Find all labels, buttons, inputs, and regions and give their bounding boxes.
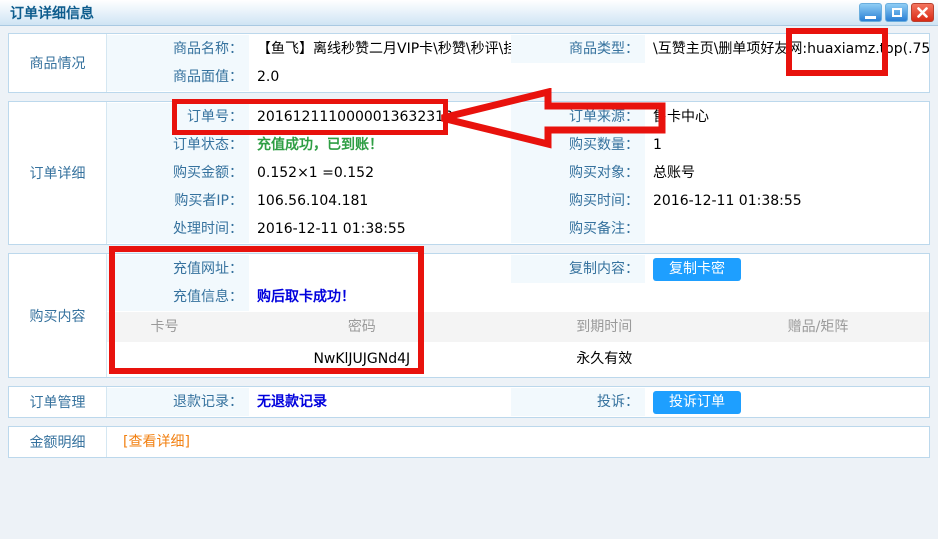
buy-target-label: 购买对象： <box>511 159 645 187</box>
recharge-url-value <box>249 255 511 283</box>
complaint-label: 投诉： <box>511 388 645 416</box>
complaint-row: 投诉： 投诉订单 <box>511 388 929 416</box>
order-number-row: 订单号： 2016121110000013632318 <box>107 103 511 131</box>
order-amount-label: 购买金额： <box>107 159 249 187</box>
card-number-header: 卡号 <box>107 312 222 342</box>
section-order-management: 订单管理 退款记录： 无退款记录 投诉： 投诉订单 <box>8 386 930 418</box>
buy-qty-label: 购买数量： <box>511 131 645 159</box>
card-expiry-header: 到期时间 <box>502 312 708 342</box>
copy-card-button[interactable]: 复制卡密 <box>653 258 741 281</box>
order-source-label: 订单来源： <box>511 103 645 131</box>
card-table-header: 卡号 密码 到期时间 赠品/矩阵 <box>107 312 929 342</box>
order-amount-row: 购买金额： 0.152×1 =0.152 <box>107 159 511 187</box>
product-type-label: 商品类型： <box>511 35 645 63</box>
complaint-order-button[interactable]: 投诉订单 <box>653 391 741 414</box>
section-order-details: 订单详细 订单号： 2016121110000013632318 订单状态： 充… <box>8 101 930 245</box>
product-face-row: 商品面值： 2.0 <box>107 63 511 91</box>
close-icon <box>917 7 928 18</box>
recharge-url-label: 充值网址： <box>107 255 249 283</box>
buy-note-label: 购买备注： <box>511 215 645 243</box>
card-gift-header: 赠品/矩阵 <box>707 312 929 342</box>
section-amount-details: 金额明细 [查看详细] <box>8 426 930 458</box>
copy-content-row: 复制内容： 复制卡密 <box>511 255 929 283</box>
section-header-manage: 订单管理 <box>9 387 107 417</box>
maximize-icon <box>892 8 902 17</box>
process-time-label: 处理时间： <box>107 215 249 243</box>
section-header-order: 订单详细 <box>9 102 107 244</box>
refund-record-row: 退款记录： 无退款记录 <box>107 388 511 416</box>
product-face-value: 2.0 <box>249 63 511 91</box>
buy-target-value: 总账号 <box>645 159 929 187</box>
order-number-label: 订单号： <box>107 103 249 131</box>
buyer-ip-value: 106.56.104.181 <box>249 187 511 215</box>
buy-qty-value: 1 <box>645 131 929 159</box>
order-status-value: 充值成功，已到账！ <box>249 131 511 159</box>
buy-qty-row: 购买数量： 1 <box>511 131 929 159</box>
section-product-info: 商品情况 商品名称： 【鱼飞】离线秒赞二月VIP卡\秒赞\秒评\挂挂 商品面值：… <box>8 33 930 93</box>
card-expiry-cell: 永久有效 <box>502 342 708 376</box>
window-title: 订单详细信息 <box>10 3 94 23</box>
recharge-info-row: 充值信息： 购后取卡成功！ <box>107 283 511 311</box>
product-type-row: 商品类型： \互赞主页\删单项好友网:huaxiamz.top(.7517 <box>511 35 929 63</box>
process-time-row: 处理时间： 2016-12-11 01:38:55 <box>107 215 511 243</box>
buy-time-value: 2016-12-11 01:38:55 <box>645 187 929 215</box>
product-name-label: 商品名称： <box>107 35 249 63</box>
refund-record-label: 退款记录： <box>107 388 249 416</box>
section-header-purchase: 购买内容 <box>9 254 107 377</box>
order-source-value: 售卡中心 <box>645 103 929 131</box>
refund-record-value: 无退款记录 <box>249 388 511 416</box>
copy-content-label: 复制内容： <box>511 255 645 283</box>
buyer-ip-row: 购买者IP： 106.56.104.181 <box>107 187 511 215</box>
card-password-cell: NwKlJUJGNd4J <box>222 342 501 376</box>
order-status-label: 订单状态： <box>107 131 249 159</box>
close-button[interactable] <box>911 3 934 22</box>
section-purchase-content: 购买内容 充值网址： 充值信息： 购后取卡成功！ 复制内容： <box>8 253 930 378</box>
order-amount-value: 0.152×1 =0.152 <box>249 159 511 187</box>
order-number-value: 2016121110000013632318 <box>249 103 511 131</box>
order-status-row: 订单状态： 充值成功，已到账！ <box>107 131 511 159</box>
card-password-header: 密码 <box>222 312 501 342</box>
product-face-label: 商品面值： <box>107 63 249 91</box>
buy-target-row: 购买对象： 总账号 <box>511 159 929 187</box>
recharge-info-value: 购后取卡成功！ <box>249 283 511 311</box>
amount-detail-row: [查看详细] <box>107 428 929 456</box>
minimize-icon <box>865 16 876 19</box>
maximize-button[interactable] <box>885 3 908 22</box>
product-name-value: 【鱼飞】离线秒赞二月VIP卡\秒赞\秒评\挂挂 <box>249 35 511 63</box>
product-type-value: \互赞主页\删单项好友网:huaxiamz.top(.7517 <box>645 35 929 63</box>
process-time-value: 2016-12-11 01:38:55 <box>249 215 511 243</box>
buy-time-row: 购买时间： 2016-12-11 01:38:55 <box>511 187 929 215</box>
buy-time-label: 购买时间： <box>511 187 645 215</box>
card-table-row: NwKlJUJGNd4J 永久有效 <box>107 342 929 376</box>
window-controls <box>859 3 934 22</box>
buyer-ip-label: 购买者IP： <box>107 187 249 215</box>
minimize-button[interactable] <box>859 3 882 22</box>
recharge-info-label: 充值信息： <box>107 283 249 311</box>
buy-note-row: 购买备注： <box>511 215 929 243</box>
section-header-product: 商品情况 <box>9 34 107 92</box>
view-detail-link[interactable]: [查看详细] <box>107 428 190 456</box>
buy-note-value <box>645 215 929 243</box>
window-titlebar: 订单详细信息 <box>0 0 938 26</box>
recharge-url-row: 充值网址： <box>107 255 511 283</box>
card-number-cell <box>107 342 222 376</box>
product-name-row: 商品名称： 【鱼飞】离线秒赞二月VIP卡\秒赞\秒评\挂挂 <box>107 35 511 63</box>
card-gift-cell <box>707 342 929 376</box>
order-source-row: 订单来源： 售卡中心 <box>511 103 929 131</box>
section-header-amount: 金额明细 <box>9 427 107 457</box>
